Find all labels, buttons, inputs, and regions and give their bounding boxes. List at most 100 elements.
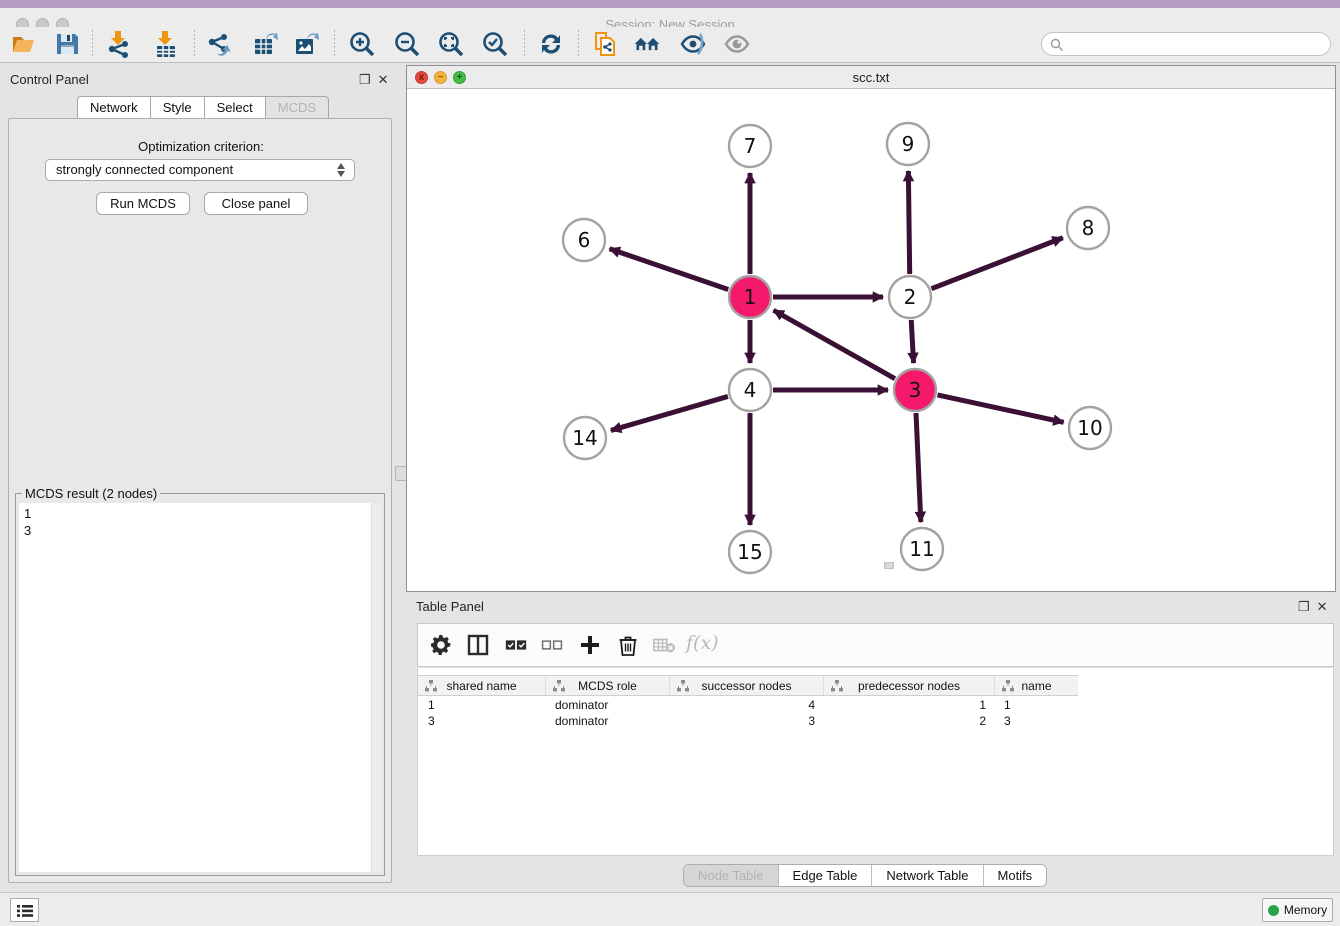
result-scrollbar[interactable] (371, 503, 381, 872)
zoom-in-icon[interactable] (348, 30, 376, 58)
network-window-titlebar[interactable]: x − + scc.txt (407, 66, 1335, 89)
status-bar: Memory (0, 892, 1340, 926)
import-network-icon[interactable] (105, 30, 133, 58)
column-header-name[interactable]: name (994, 675, 1078, 696)
edge-2-3[interactable] (911, 320, 913, 363)
optimization-criterion-value: strongly connected component (56, 162, 233, 177)
hide-selected-icon[interactable] (679, 30, 707, 58)
column-type-icon (425, 680, 437, 692)
search-input[interactable] (1041, 32, 1331, 56)
table-toolbar: f(x) (417, 623, 1334, 667)
deselect-all-icon[interactable] (540, 633, 564, 657)
column-header-shared-name[interactable]: shared name (418, 675, 545, 696)
node-2[interactable]: 2 (889, 276, 931, 318)
node-8[interactable]: 8 (1067, 207, 1109, 249)
node-9[interactable]: 9 (887, 123, 929, 165)
optimization-criterion-select[interactable]: strongly connected component (45, 159, 355, 181)
tab-network-table[interactable]: Network Table (871, 865, 982, 886)
table-panel-title: Table Panel (416, 599, 484, 614)
node-1[interactable]: 1 (729, 276, 771, 318)
mcds-result-list[interactable]: 1 3 (19, 503, 371, 872)
control-panel-close-icon[interactable]: ✕ (378, 73, 389, 87)
delete-row-icon[interactable] (616, 633, 640, 657)
column-header-successor-nodes[interactable]: successor nodes (669, 675, 823, 696)
import-table-icon[interactable] (152, 30, 180, 58)
cell-name: 1 (994, 697, 1078, 713)
zoom-fit-icon[interactable] (437, 30, 465, 58)
main-toolbar (0, 27, 1340, 63)
cell-predecessor-nodes: 2 (823, 713, 994, 729)
node-7[interactable]: 7 (729, 125, 771, 167)
select-all-icon[interactable] (504, 633, 528, 657)
export-network-icon[interactable] (206, 30, 234, 58)
node-table[interactable]: shared name MCDS role successor nodesprede… (417, 668, 1334, 856)
control-panel-tabs: NetworkStyleSelectMCDS (77, 96, 329, 119)
network-canvas[interactable]: 7 9 6 8 1 2 4 3 14 10 15 11 (407, 89, 1335, 591)
mcds-result-title: MCDS result (2 nodes) (22, 486, 160, 501)
node-label: 9 (902, 132, 915, 156)
refresh-icon[interactable] (537, 30, 565, 58)
table-panel-float-icon[interactable]: ❒ (1298, 600, 1310, 614)
close-panel-button[interactable]: Close panel (204, 192, 308, 215)
open-file-icon[interactable] (10, 30, 38, 58)
node-11[interactable]: 11 (901, 528, 943, 570)
edge-3-11[interactable] (916, 413, 921, 522)
run-mcds-button[interactable]: Run MCDS (96, 192, 190, 215)
show-columns-icon[interactable] (466, 633, 490, 657)
edge-3-10[interactable] (937, 395, 1063, 422)
node-14[interactable]: 14 (564, 417, 606, 459)
panel-menu-button[interactable] (10, 898, 39, 922)
mcds-panel: Optimization criterion: strongly connect… (8, 118, 392, 883)
tab-node-table[interactable]: Node Table (684, 865, 778, 886)
memory-button[interactable]: Memory (1262, 898, 1333, 922)
zoom-out-icon[interactable] (393, 30, 421, 58)
edge-2-9[interactable] (908, 171, 909, 274)
tab-mcds[interactable]: MCDS (265, 96, 329, 119)
column-label: MCDS role (578, 679, 637, 693)
edge-3-1[interactable] (774, 310, 895, 378)
memory-label: Memory (1284, 903, 1327, 917)
apply-function-icon[interactable]: f(x) (686, 632, 719, 654)
node-10[interactable]: 10 (1069, 407, 1111, 449)
tab-edge-table[interactable]: Edge Table (778, 865, 872, 886)
delete-table-icon[interactable] (652, 633, 676, 657)
node-label: 3 (909, 378, 922, 402)
edge-1-6[interactable] (610, 249, 729, 290)
optimization-criterion-label: Optimization criterion: (9, 139, 393, 154)
network-view-window: x − + scc.txt 7 9 6 8 1 2 4 3 14 10 15 11 (406, 65, 1336, 592)
canvas-scroll-grip[interactable] (884, 562, 894, 569)
export-table-icon[interactable] (252, 30, 280, 58)
first-neighbors-icon[interactable] (633, 30, 661, 58)
list-menu-icon (17, 904, 33, 918)
node-3[interactable]: 3 (894, 369, 936, 411)
column-type-icon (831, 680, 843, 692)
column-header-predecessor-nodes[interactable]: predecessor nodes (823, 675, 994, 696)
column-type-icon (553, 680, 565, 692)
table-settings-icon[interactable] (429, 633, 453, 657)
memory-status-icon (1268, 905, 1279, 916)
tab-style[interactable]: Style (150, 96, 204, 119)
node-label: 6 (578, 228, 591, 252)
zoom-selected-icon[interactable] (481, 30, 509, 58)
node-6[interactable]: 6 (563, 219, 605, 261)
tab-motifs[interactable]: Motifs (983, 865, 1047, 886)
mcds-result-group: MCDS result (2 nodes) 1 3 (15, 493, 385, 876)
tab-select[interactable]: Select (204, 96, 265, 119)
table-panel-close-icon[interactable]: ✕ (1317, 600, 1328, 614)
column-header-MCDS-role[interactable]: MCDS role (545, 675, 669, 696)
export-image-icon[interactable] (293, 30, 321, 58)
tab-network[interactable]: Network (77, 96, 150, 119)
cell-predecessor-nodes: 1 (823, 697, 994, 713)
cell-successor-nodes: 4 (669, 697, 823, 713)
add-row-icon[interactable] (578, 633, 602, 657)
clone-network-icon[interactable] (592, 30, 620, 58)
edge-2-8[interactable] (931, 238, 1062, 289)
node-15[interactable]: 15 (729, 531, 771, 573)
show-all-icon[interactable] (723, 30, 751, 58)
save-session-icon[interactable] (53, 30, 81, 58)
node-4[interactable]: 4 (729, 369, 771, 411)
select-stepper-icon (336, 163, 347, 177)
control-panel-float-icon[interactable]: ❒ (359, 73, 371, 87)
window-top-edge (0, 0, 1340, 8)
edge-4-14[interactable] (611, 396, 728, 430)
